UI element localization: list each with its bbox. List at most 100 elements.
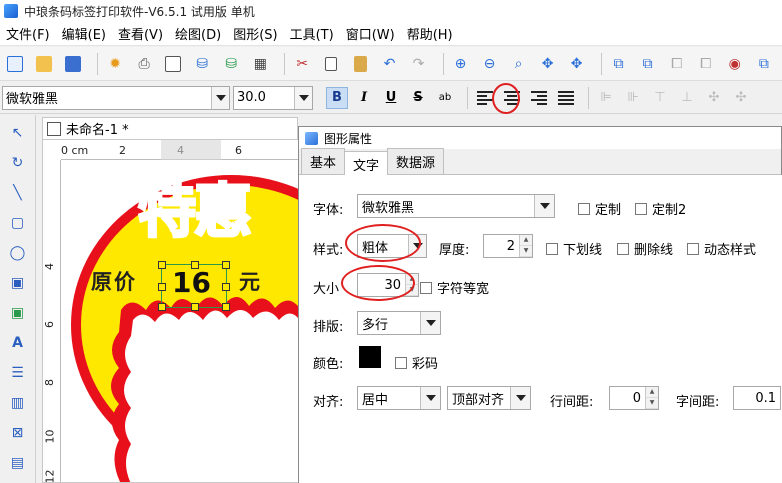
- rounded-rect-tool-icon[interactable]: ▢: [6, 211, 30, 235]
- menu-tools[interactable]: 工具(T): [284, 24, 340, 43]
- text-tool-icon[interactable]: A: [6, 331, 30, 355]
- menu-file[interactable]: 文件(F): [0, 24, 56, 43]
- paste-icon[interactable]: [349, 52, 371, 76]
- font-size-select[interactable]: 30.0: [233, 85, 313, 110]
- chevron-down-icon[interactable]: [420, 312, 440, 334]
- zoom-out-icon[interactable]: ⊖: [478, 52, 500, 76]
- thickness-spinner[interactable]: 2 ▲ ▼: [483, 234, 533, 258]
- chevron-down-icon[interactable]: [420, 387, 440, 409]
- image-tool-icon[interactable]: ▣: [6, 271, 30, 295]
- menu-view[interactable]: 查看(V): [112, 24, 169, 43]
- font-family-select[interactable]: 微软雅黑: [2, 85, 230, 110]
- resize-handle[interactable]: [191, 303, 199, 311]
- horizontal-align-select[interactable]: 居中: [357, 386, 441, 410]
- menu-help[interactable]: 帮助(H): [401, 24, 459, 43]
- align-objects-center-icon[interactable]: ⊪: [622, 87, 644, 109]
- spin-up-icon[interactable]: ▲: [520, 235, 532, 246]
- redo-icon[interactable]: ↷: [407, 52, 429, 76]
- barcode-tool-icon[interactable]: ▥: [6, 391, 30, 415]
- settings-gear-icon[interactable]: ✹: [104, 52, 126, 76]
- menu-draw[interactable]: 绘图(D): [169, 24, 227, 43]
- chevron-down-icon[interactable]: [211, 86, 229, 109]
- resize-handle[interactable]: [222, 303, 230, 311]
- grid-icon[interactable]: ▦: [249, 52, 271, 76]
- group-icon[interactable]: ⧉: [608, 52, 630, 76]
- align-objects-bottom-icon[interactable]: ⊥: [676, 87, 698, 109]
- document-tab[interactable]: 未命名-1 *: [42, 117, 298, 139]
- open-icon[interactable]: [33, 52, 55, 76]
- spinner-buttons[interactable]: ▲ ▼: [519, 235, 532, 257]
- print-preview-icon[interactable]: [162, 52, 184, 76]
- tab-text[interactable]: 文字: [344, 151, 389, 175]
- zoom-in-icon[interactable]: ⊕: [449, 52, 471, 76]
- bold-button[interactable]: B: [326, 86, 348, 109]
- resize-handle[interactable]: [158, 283, 166, 291]
- select-arrow-icon[interactable]: ↖: [6, 121, 30, 145]
- qrcode-tool-icon[interactable]: ⊠: [6, 421, 30, 445]
- checkbox-box[interactable]: [635, 202, 647, 215]
- chevron-down-icon[interactable]: [534, 195, 554, 217]
- line-spacing-spinner[interactable]: 0 ▲ ▼: [609, 386, 659, 410]
- cut-icon[interactable]: ✂: [291, 52, 313, 76]
- custom-checkbox[interactable]: 定制: [578, 199, 621, 218]
- font-select[interactable]: 微软雅黑: [357, 194, 555, 218]
- resize-handle[interactable]: [222, 261, 230, 269]
- colorful-checkbox[interactable]: 彩码: [395, 353, 438, 372]
- checkbox-box[interactable]: [617, 242, 629, 255]
- save-icon[interactable]: [62, 52, 84, 76]
- monospace-checkbox[interactable]: 字符等宽: [420, 278, 489, 297]
- align-right-button[interactable]: [528, 87, 550, 109]
- resize-handle[interactable]: [191, 261, 199, 269]
- undo-icon[interactable]: ↶: [378, 52, 400, 76]
- char-spacing-spinner[interactable]: 0.1: [733, 386, 781, 410]
- checkbox-box[interactable]: [420, 281, 432, 294]
- dynamic-style-checkbox[interactable]: 动态样式: [687, 239, 756, 258]
- unlock-object-icon[interactable]: ⧠: [695, 52, 717, 76]
- align-objects-left-icon[interactable]: ⊫: [595, 87, 617, 109]
- new-icon[interactable]: [4, 52, 26, 76]
- print-icon[interactable]: ⎙: [133, 52, 155, 76]
- chevron-down-icon[interactable]: [510, 387, 530, 409]
- spin-down-icon[interactable]: ▼: [646, 398, 658, 409]
- ellipse-tool-icon[interactable]: ◯: [6, 241, 30, 265]
- align-objects-top-icon[interactable]: ⊤: [649, 87, 671, 109]
- strikethrough-checkbox[interactable]: 删除线: [617, 239, 673, 258]
- menu-window[interactable]: 窗口(W): [340, 24, 401, 43]
- checkbox-box[interactable]: [578, 202, 590, 215]
- database-icon[interactable]: ⛁: [191, 52, 213, 76]
- distribute-icon[interactable]: ✣: [703, 87, 725, 109]
- italic-button[interactable]: I: [353, 87, 375, 109]
- spinner-buttons[interactable]: ▲ ▼: [645, 387, 658, 409]
- design-canvas[interactable]: 0 cm 2 4 6 4 6 8 10 12 特惠 原价 元 16: [42, 139, 300, 483]
- checkbox-box[interactable]: [687, 242, 699, 255]
- zoom-icon[interactable]: ⌕: [508, 52, 530, 76]
- copy-icon[interactable]: [320, 52, 342, 76]
- database-settings-icon[interactable]: ⛁: [220, 52, 242, 76]
- resize-handle[interactable]: [222, 283, 230, 291]
- fit-width-icon[interactable]: ✥: [566, 52, 588, 76]
- custom2-checkbox[interactable]: 定制2: [635, 199, 686, 218]
- underline-checkbox[interactable]: 下划线: [546, 239, 602, 258]
- table-tool-icon[interactable]: ▤: [6, 451, 30, 475]
- lock-object-icon[interactable]: ⧠: [666, 52, 688, 76]
- color-swatch[interactable]: [359, 346, 381, 368]
- underline-button[interactable]: U: [380, 87, 402, 109]
- distribute-vertical-icon[interactable]: ✣: [730, 87, 752, 109]
- ungroup-icon[interactable]: ⧉: [637, 52, 659, 76]
- eye-icon[interactable]: ◉: [724, 52, 746, 76]
- dialog-title-bar[interactable]: 图形属性: [299, 127, 781, 149]
- case-button[interactable]: ab: [434, 87, 456, 109]
- fit-page-icon[interactable]: ✥: [537, 52, 559, 76]
- selected-text-object[interactable]: 16: [158, 261, 230, 311]
- vertical-align-select[interactable]: 顶部对齐: [447, 386, 531, 410]
- spin-up-icon[interactable]: ▲: [646, 387, 658, 398]
- tab-datasource[interactable]: 数据源: [387, 148, 445, 174]
- menu-shape[interactable]: 图形(S): [227, 24, 283, 43]
- checkbox-box[interactable]: [546, 242, 558, 255]
- chevron-down-icon[interactable]: [294, 86, 312, 109]
- layout-select[interactable]: 多行: [357, 311, 441, 335]
- layer-icon[interactable]: ⧉: [753, 52, 775, 76]
- align-justify-button[interactable]: [555, 87, 577, 109]
- rotate-icon[interactable]: ↻: [6, 151, 30, 175]
- spin-down-icon[interactable]: ▼: [520, 246, 532, 257]
